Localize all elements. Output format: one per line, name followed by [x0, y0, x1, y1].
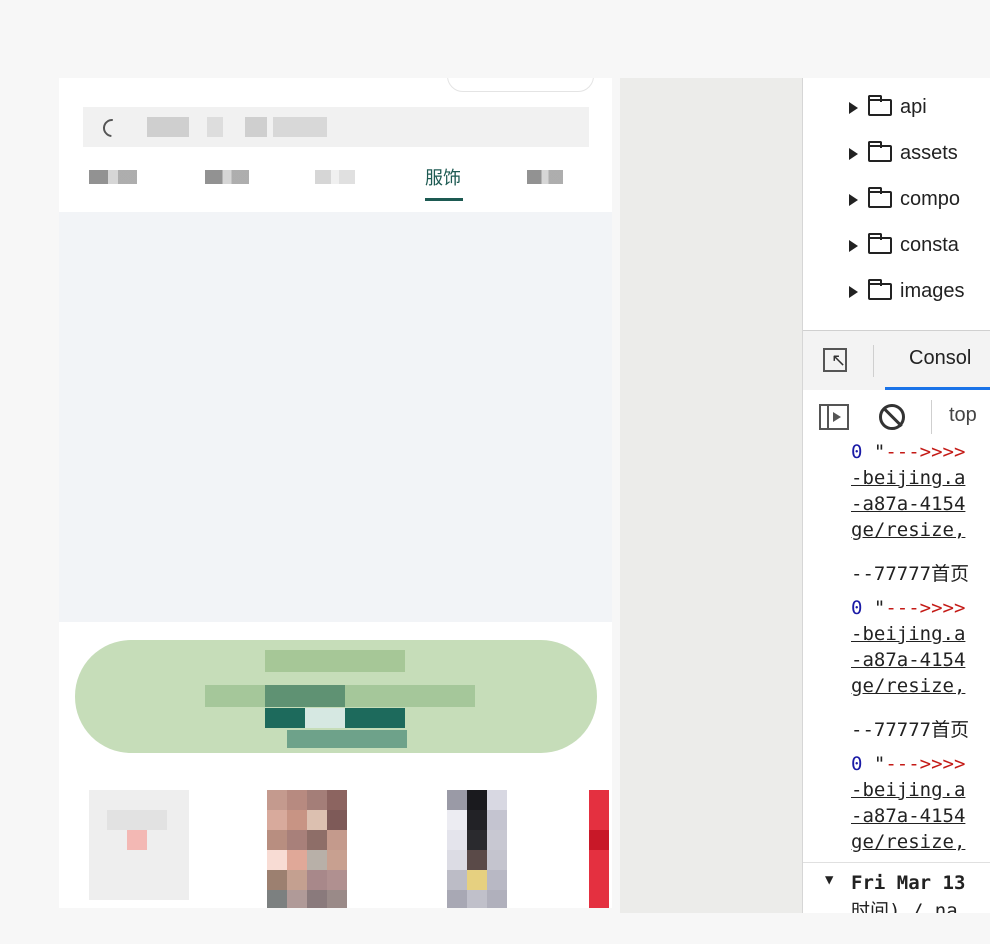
tree-item-constants[interactable]: consta — [849, 233, 959, 264]
tab-category-3[interactable] — [315, 170, 355, 184]
content-placeholder — [59, 212, 612, 622]
promo-banner[interactable] — [75, 640, 597, 753]
phone-preview: 服饰 — [59, 78, 612, 908]
tab-console[interactable]: Consol — [909, 347, 971, 370]
devtools-tabbar: Consol — [803, 330, 990, 392]
tree-item-components[interactable]: compo — [849, 187, 960, 218]
log-line: 0 "--->>>> — [851, 597, 966, 619]
console-log-entry[interactable]: 0 "--->>>> -beijing.a -a87a-4154 ge/resi… — [803, 590, 990, 707]
tab-category-1[interactable] — [89, 170, 137, 184]
top-pill-button[interactable] — [447, 78, 594, 92]
context-selector[interactable]: top — [949, 404, 977, 427]
product-thumbnail[interactable] — [447, 790, 507, 908]
expand-arrow-icon[interactable] — [849, 147, 858, 160]
loading-spinner-icon — [99, 115, 125, 141]
console-toolbar: top — [803, 390, 990, 445]
expand-arrow-icon[interactable] — [849, 101, 858, 114]
product-thumbnail[interactable] — [589, 790, 612, 908]
log-link[interactable]: ge/resize, — [851, 831, 965, 853]
console-log-entry[interactable]: --77777首页 — [803, 550, 990, 591]
tree-item-api[interactable]: api — [849, 95, 927, 126]
search-placeholder-blur — [245, 117, 267, 137]
active-tab-indicator — [425, 198, 463, 201]
clear-console-icon[interactable] — [879, 404, 905, 430]
console-log-entry[interactable]: 0 "--->>>> -beijing.a -a87a-4154 ge/resi… — [803, 746, 990, 863]
inspect-element-icon[interactable] — [823, 348, 847, 372]
folder-icon — [868, 141, 892, 163]
log-link[interactable]: ge/resize, — [851, 519, 965, 541]
console-log-entry[interactable]: 0 "--->>>> -beijing.a -a87a-4154 ge/resi… — [803, 438, 990, 551]
console-log-entry[interactable]: --77777首页 — [803, 706, 990, 747]
tree-item-images[interactable]: images — [849, 279, 964, 310]
devtools-panel: api assets compo consta images Consol to… — [802, 78, 990, 913]
log-line: --77777首页 — [851, 563, 970, 585]
expand-arrow-icon[interactable] — [849, 285, 858, 298]
log-link[interactable]: -beijing.a — [851, 623, 965, 645]
folder-icon — [868, 233, 892, 255]
search-bar[interactable] — [83, 107, 589, 147]
collapse-arrow-icon[interactable]: ▼ — [825, 872, 833, 888]
divider — [873, 345, 874, 377]
log-link[interactable]: -a87a-4154 — [851, 493, 965, 515]
product-thumbnail[interactable] — [89, 790, 189, 900]
show-sidebar-icon[interactable] — [819, 404, 849, 430]
expand-arrow-icon[interactable] — [849, 239, 858, 252]
tab-category-2[interactable] — [205, 170, 249, 184]
folder-icon — [868, 279, 892, 301]
log-line: --77777首页 — [851, 719, 970, 741]
product-thumbnail[interactable] — [267, 790, 347, 908]
expand-arrow-icon[interactable] — [849, 193, 858, 206]
group-subtitle: 时间) / na — [851, 900, 958, 913]
empty-preview-area — [620, 78, 802, 913]
tree-item-assets[interactable]: assets — [849, 141, 958, 172]
tab-category-5[interactable] — [527, 170, 563, 184]
divider — [931, 400, 932, 434]
category-tabs: 服饰 — [59, 154, 612, 194]
log-link[interactable]: -a87a-4154 — [851, 805, 965, 827]
log-link[interactable]: -beijing.a — [851, 779, 965, 801]
search-placeholder-blur — [207, 117, 223, 137]
log-line: 0 "--->>>> — [851, 441, 966, 463]
group-title: Fri Mar 13 — [851, 872, 966, 894]
folder-icon — [868, 95, 892, 117]
folder-icon — [868, 187, 892, 209]
log-link[interactable]: ge/resize, — [851, 675, 965, 697]
search-placeholder-blur — [273, 117, 327, 137]
log-link[interactable]: -beijing.a — [851, 467, 965, 489]
search-placeholder-blur — [147, 117, 189, 137]
tab-fashion[interactable]: 服饰 — [425, 164, 461, 190]
log-line: 0 "--->>>> — [851, 753, 966, 775]
log-link[interactable]: -a87a-4154 — [851, 649, 965, 671]
